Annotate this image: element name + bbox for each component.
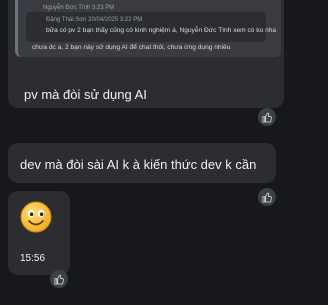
message-text: dev mà đòi sài AI k à kiến thức dev k cầ… — [20, 157, 257, 172]
quote-text: chưa dc a, 2 bạn này sử dụng AI để chat … — [32, 44, 231, 51]
message-text: pv mà đòi sử dụng AI — [24, 87, 147, 102]
thumbs-up-icon — [53, 274, 64, 285]
thumbs-up-icon — [261, 112, 272, 123]
smiley-face-icon — [20, 201, 52, 233]
nested-quote-author: Đặng Thái Sơn 20/04/2025 3:22 PM — [46, 17, 143, 23]
thumbs-up-icon — [261, 192, 272, 203]
message-time: 15:56 — [20, 253, 46, 264]
quote-header: Nguyễn Đức Tình 3:23 PM — [43, 5, 115, 11]
nested-quote-text: bữa có pv 2 bạn thấy cũng có kinh nghiệm… — [46, 27, 277, 34]
reaction-button[interactable] — [258, 108, 276, 126]
reaction-button[interactable] — [258, 188, 276, 206]
reaction-button[interactable] — [50, 270, 68, 288]
